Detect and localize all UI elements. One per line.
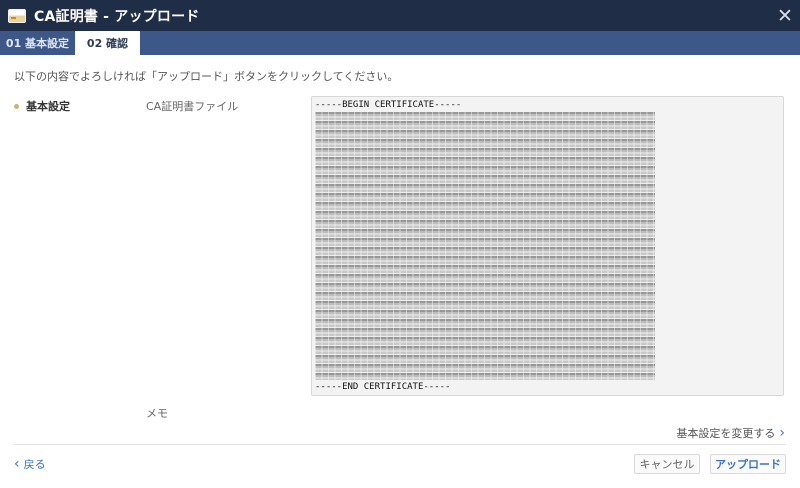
ca-certificate-file-label: CA証明書ファイル (146, 100, 239, 113)
tab-basic-settings[interactable]: 01 基本設定 (0, 31, 75, 55)
tab-confirm[interactable]: 02 確認 (75, 31, 140, 55)
close-icon: ✕ (777, 4, 793, 27)
section-basic-settings: 基本設定 (14, 98, 70, 114)
intro-text: 以下の内容でよろしければ「アップロード」ボタンをクリックしてください。 (14, 70, 399, 83)
change-basic-settings-label: 基本設定を変更する (676, 427, 776, 440)
footer-divider (14, 444, 786, 445)
chevron-right-icon: › (779, 425, 785, 441)
certificate-end-line: -----END CERTIFICATE----- (315, 382, 451, 392)
cancel-button-label: キャンセル (639, 458, 695, 471)
dialog-titlebar: CA証明書 - アップロード ✕ (0, 0, 800, 31)
certificate-content-box: -----BEGIN CERTIFICATE----- -----END CER… (311, 96, 784, 396)
upload-button[interactable]: アップロード (710, 454, 786, 474)
certificate-blurred-content (315, 112, 655, 380)
back-link[interactable]: ‹ 戻る (14, 456, 46, 472)
cancel-button[interactable]: キャンセル (634, 454, 700, 474)
section-bullet-icon (14, 103, 19, 109)
upload-button-label: アップロード (715, 458, 781, 471)
memo-label: メモ (146, 407, 168, 420)
chevron-left-icon: ‹ (14, 456, 20, 472)
back-link-label: 戻る (23, 458, 46, 471)
change-basic-settings-link[interactable]: 基本設定を変更する › (676, 425, 785, 441)
certificate-begin-line: -----BEGIN CERTIFICATE----- (315, 100, 462, 110)
dialog-title: CA証明書 - アップロード (34, 8, 200, 25)
tab-confirm-label: 02 確認 (86, 37, 129, 50)
tab-basic-settings-label: 01 基本設定 (5, 37, 70, 50)
close-button[interactable]: ✕ (770, 0, 800, 31)
wizard-tabs: 01 基本設定 02 確認 (0, 31, 800, 55)
section-title: 基本設定 (26, 100, 70, 113)
certificate-icon (8, 8, 26, 23)
